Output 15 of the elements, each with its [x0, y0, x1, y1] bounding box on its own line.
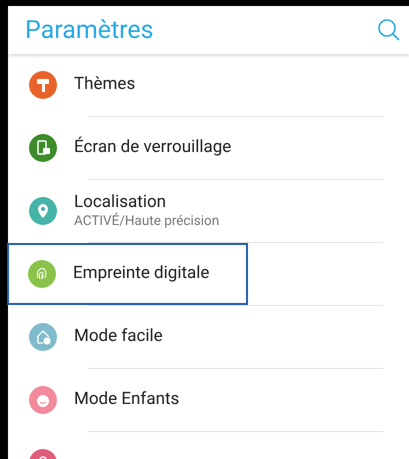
item-label: Mode facile [74, 326, 163, 348]
search-icon[interactable] [377, 18, 401, 42]
settings-item[interactable]: Empreinte digitale [7, 243, 248, 305]
settings-item[interactable]: Écran de verrouillage [8, 117, 409, 179]
settings-item[interactable]: Mode Enfants [8, 369, 409, 431]
item-label: Localisation [74, 192, 168, 212]
item-label: Empreinte digitale [73, 263, 210, 285]
screen-title: Paramètres [25, 18, 154, 42]
item-label: Mode Enfants [74, 389, 180, 411]
item-label: Thèmes [74, 74, 136, 96]
settings-item[interactable]: Thèmes [8, 54, 409, 116]
settings-item[interactable]: Mode facile [8, 306, 409, 368]
settings-item[interactable]: Localisation ACTIVÉ/Haute précision [8, 180, 409, 242]
item-label: Écran de verrouillage [74, 137, 232, 159]
item-subtitle: ACTIVÉ/Haute précision [74, 213, 220, 230]
